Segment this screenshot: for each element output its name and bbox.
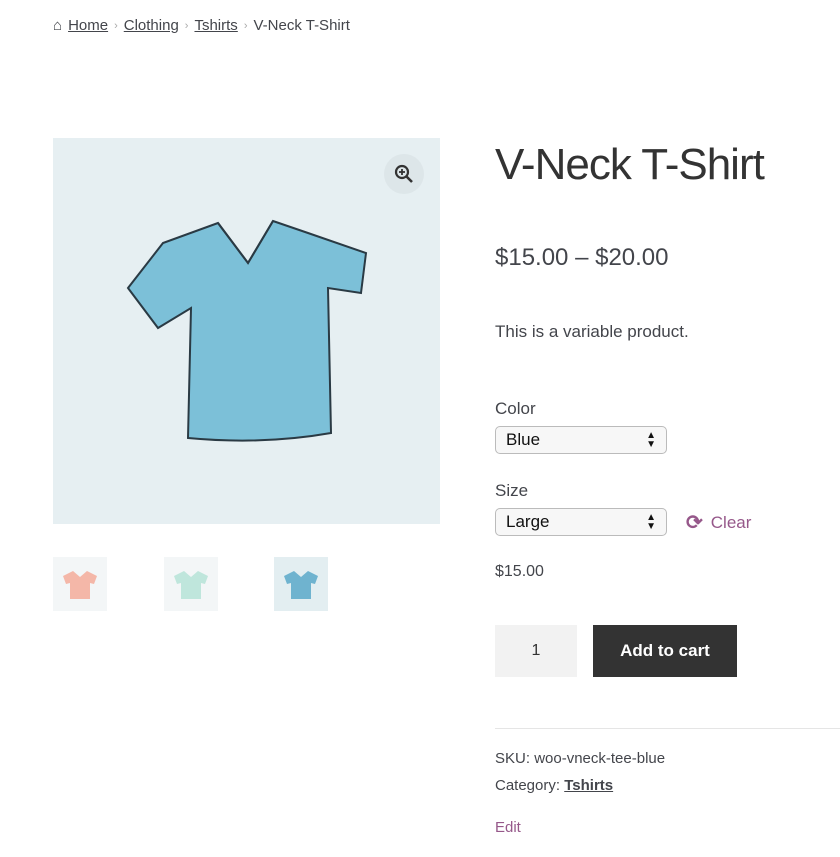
variation-price: $15.00 — [495, 563, 544, 580]
size-select[interactable]: Large ▲ ▼ — [495, 508, 667, 536]
size-value: Large — [506, 512, 550, 531]
category-line: Category: Tshirts — [495, 777, 613, 794]
thumbnail-blue[interactable] — [274, 557, 328, 611]
quantity-input[interactable]: 1 — [495, 625, 577, 677]
clear-label: Clear — [710, 512, 752, 532]
edit-link[interactable]: Edit — [495, 819, 521, 836]
sku-value: woo-vneck-tee-blue — [534, 750, 666, 767]
breadcrumb-clothing[interactable]: Clothing — [124, 17, 179, 34]
thumbnail-pink[interactable] — [53, 557, 107, 611]
refresh-icon: ⟳ — [686, 512, 703, 534]
breadcrumb-current: V-Neck T-Shirt — [253, 17, 350, 34]
product-description: This is a variable product. — [495, 322, 689, 341]
thumbnail-mint[interactable] — [164, 557, 218, 611]
zoom-icon[interactable] — [384, 154, 424, 194]
tshirt-image — [126, 219, 368, 442]
category-link[interactable]: Tshirts — [564, 777, 613, 794]
color-label: Color — [495, 399, 536, 418]
home-icon[interactable]: ⌂ — [53, 17, 62, 34]
size-label: Size — [495, 481, 529, 500]
sku-label: SKU: — [495, 750, 531, 767]
color-select[interactable]: Blue ▲ ▼ — [495, 426, 667, 454]
chevron-right-icon: › — [114, 19, 118, 32]
product-title: V-Neck T-Shirt — [495, 140, 765, 189]
product-main-image[interactable] — [53, 138, 440, 524]
breadcrumb-tshirts[interactable]: Tshirts — [194, 17, 237, 34]
color-value: Blue — [506, 430, 541, 449]
divider — [495, 728, 840, 729]
breadcrumb: ⌂ Home › Clothing › Tshirts › V-Neck T-Shir… — [53, 17, 350, 34]
chevron-right-icon: › — [243, 19, 248, 32]
add-to-cart-button[interactable]: Add to cart — [593, 625, 737, 677]
chevron-right-icon: › — [184, 19, 189, 32]
breadcrumb-home[interactable]: Home — [68, 17, 108, 34]
select-arrows-icon: ▲ ▼ — [646, 430, 656, 450]
select-arrows-icon: ▲ ▼ — [646, 512, 656, 532]
price-range: $15.00 – $20.00 — [495, 244, 669, 271]
sku-line: SKU: woo-vneck-tee-blue — [495, 750, 665, 767]
category-label: Category: — [495, 777, 561, 794]
clear-button[interactable]: ⟳ Clear — [686, 510, 751, 535]
